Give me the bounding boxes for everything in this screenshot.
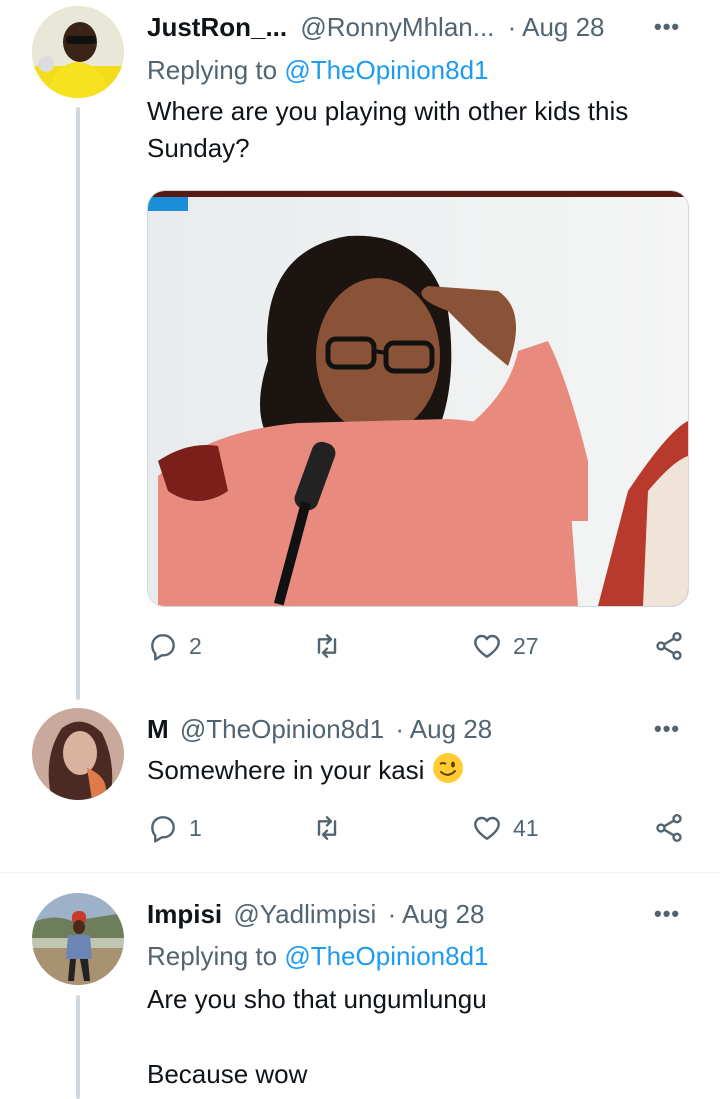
handle[interactable]: @Yadlimpisi [233,899,376,929]
like-count: 41 [513,814,539,841]
tweet-text-line: Where are you playing with other kids th… [147,96,629,126]
tweet-text-line: Are you sho that ungumlungu [147,984,487,1014]
winking-face-emoji [432,753,463,783]
timestamp[interactable]: · Aug 28 [508,12,605,42]
handle[interactable]: @TheOpinion8d1 [180,714,384,744]
replying-to: Replying to @TheOpinion8d1 [147,941,489,972]
share-button[interactable] [653,630,685,662]
reply-count: 1 [189,814,202,841]
more-icon[interactable]: ••• [654,901,680,927]
display-name[interactable]: JustRon_... [147,12,287,42]
retweet-button[interactable] [311,630,343,662]
avatar-image [32,708,124,800]
tweet-1[interactable]: JustRon_... @RonnyMhlan... · Aug 28 ••• … [0,0,720,700]
timestamp[interactable]: · Aug 28 [395,714,492,744]
avatar-image [32,6,124,98]
replying-prefix: Replying to [147,941,278,971]
tweet-text: Somewhere in your kasi [147,752,464,789]
reply-icon [151,634,175,661]
media-photo [148,191,688,606]
like-count: 27 [513,632,539,659]
heart-icon [474,816,500,840]
replying-to-link[interactable]: @TheOpinion8d1 [284,55,488,85]
tweet-2[interactable]: M @TheOpinion8d1 · Aug 28 ••• Somewhere … [0,700,720,870]
avatar[interactable] [32,708,124,800]
reply-button[interactable]: 2 [147,630,202,662]
tweet-media-image[interactable] [147,190,689,607]
thread-line [76,995,80,1099]
retweet-icon [317,634,337,658]
replying-prefix: Replying to [147,55,278,85]
display-name[interactable]: Impisi [147,899,222,929]
replying-to: Replying to @TheOpinion8d1 [147,55,489,86]
like-button[interactable]: 41 [471,812,539,844]
tweet-3[interactable]: Impisi @Yadlimpisi · Aug 28 ••• Replying… [0,873,720,1099]
heart-icon [474,634,500,658]
tweet-text-line: Because wow [147,1059,308,1089]
share-icon [656,632,682,660]
tweet-text: Where are you playing with other kids th… [147,93,628,167]
more-icon[interactable]: ••• [654,14,680,40]
tweet-header: JustRon_... @RonnyMhlan... · Aug 28 [147,12,605,43]
tweet-text: Are you sho that ungumlungu Because wow [147,981,487,1093]
reply-count: 2 [189,632,202,659]
thread-line [76,107,80,700]
timestamp[interactable]: · Aug 28 [388,899,485,929]
avatar[interactable] [32,6,124,98]
tweet-header: M @TheOpinion8d1 · Aug 28 [147,714,492,745]
tweet-actions: 1 41 [147,812,687,852]
reply-button[interactable]: 1 [147,812,202,844]
tweet-header: Impisi @Yadlimpisi · Aug 28 [147,899,484,930]
replying-to-link[interactable]: @TheOpinion8d1 [284,941,488,971]
tweet-actions: 2 27 [147,630,687,670]
handle[interactable]: @RonnyMhlan... [300,12,494,42]
like-button[interactable]: 27 [471,630,539,662]
tweet-text-line: Sunday? [147,133,250,163]
retweet-button[interactable] [311,812,343,844]
share-icon [656,814,682,842]
share-button[interactable] [653,812,685,844]
display-name[interactable]: M [147,714,169,744]
avatar-image [32,893,124,985]
reply-icon [151,816,175,843]
tweet-text-content: Somewhere in your kasi [147,755,425,785]
retweet-icon [317,816,337,840]
avatar[interactable] [32,893,124,985]
more-icon[interactable]: ••• [654,716,680,742]
